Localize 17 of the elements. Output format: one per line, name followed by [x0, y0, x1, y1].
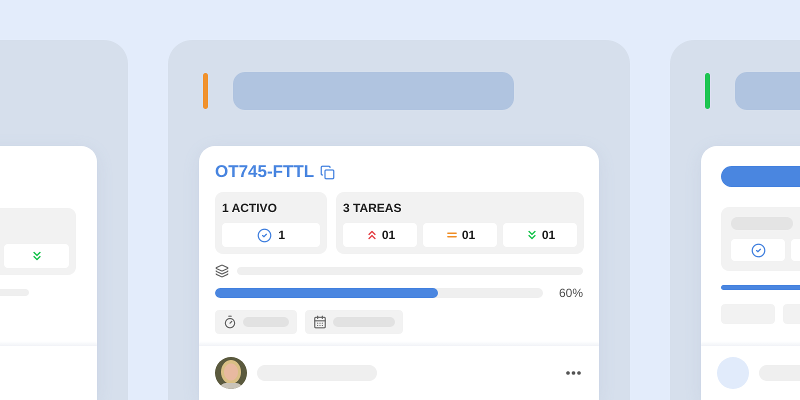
- check-circle-icon: [750, 242, 766, 258]
- copy-icon[interactable]: [320, 164, 336, 180]
- layers-icon: [215, 264, 229, 278]
- avatar-placeholder: [717, 357, 749, 389]
- assets-count: 1: [277, 228, 286, 242]
- task-count: 01: [462, 228, 476, 242]
- tasks-label: 3 TAREAS: [343, 201, 402, 217]
- assets-label: 1 ACTIVO: [222, 201, 278, 217]
- check-circle-icon: [256, 228, 272, 242]
- timer-icon: [223, 315, 237, 329]
- more-icon: [566, 371, 581, 375]
- task-count: 01: [542, 228, 556, 242]
- progress-reading: 60%: [558, 286, 583, 300]
- task-count: 01: [382, 228, 396, 242]
- calendar-icon: [313, 315, 327, 329]
- card-title: OT745-FTTL: [215, 162, 314, 182]
- more-button[interactable]: [566, 371, 581, 375]
